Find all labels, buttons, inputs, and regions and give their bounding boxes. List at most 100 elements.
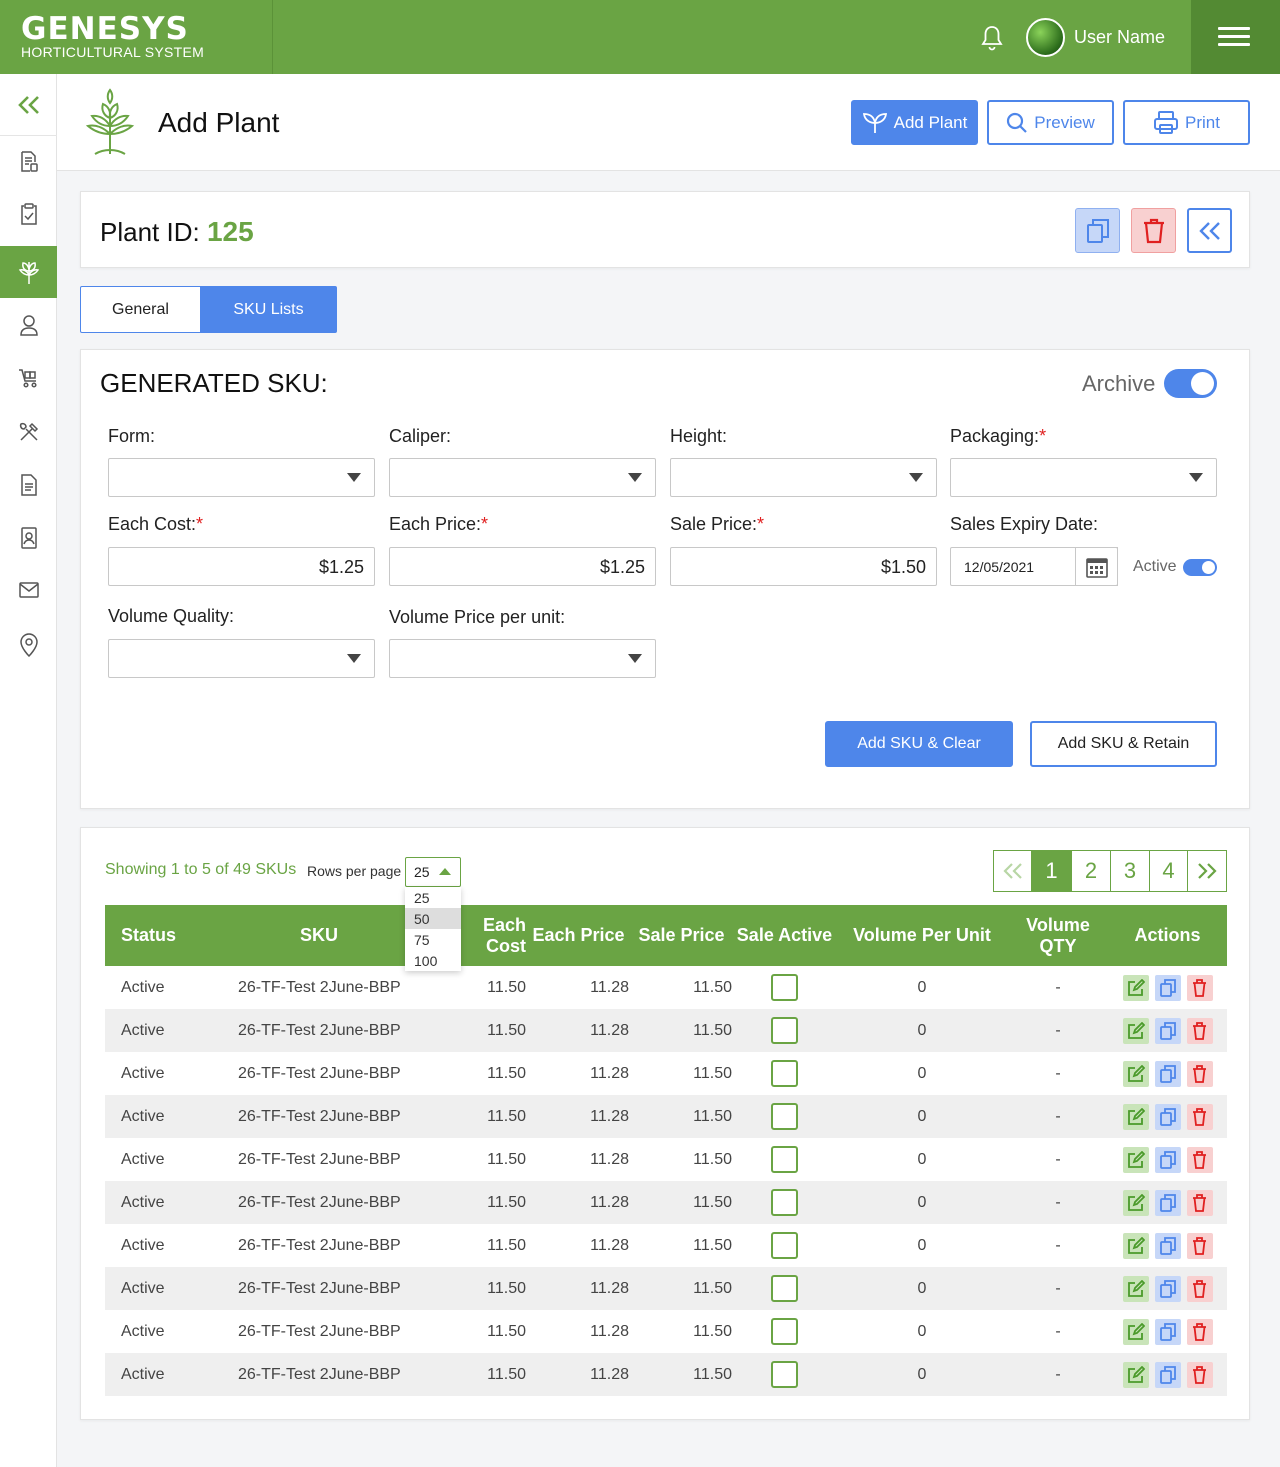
delete-plant-button[interactable] [1131,208,1176,253]
form-select[interactable] [108,458,375,497]
rows-option-75[interactable]: 75 [405,929,461,950]
add-plant-button[interactable]: Add Plant [851,100,978,145]
sidebar-item-plants[interactable] [0,246,57,298]
sale-active-checkbox[interactable] [771,1318,798,1345]
tab-general[interactable]: General [80,286,201,333]
edit-row-button[interactable] [1122,1189,1149,1216]
sidebar-collapse-button[interactable] [0,74,57,136]
app-logo[interactable]: GENESYS HORTICULTURAL SYSTEM [0,0,273,74]
volume-quality-select[interactable] [108,639,375,678]
col-each-price[interactable]: Each Price [527,905,630,966]
rows-per-page-select[interactable]: 25 [405,857,461,887]
edit-row-button[interactable] [1122,1361,1149,1388]
edit-row-button[interactable] [1122,1232,1149,1259]
sale-active-checkbox[interactable] [771,1017,798,1044]
sidebar-item-contacts[interactable] [0,512,57,564]
col-sale-price[interactable]: Sale Price [630,905,733,966]
edit-row-button[interactable] [1122,1146,1149,1173]
sidebar-item-mail[interactable] [0,564,57,616]
username[interactable]: User Name [1074,27,1165,48]
delete-row-button[interactable] [1186,1318,1213,1345]
duplicate-plant-button[interactable] [1075,208,1120,253]
cell-sale-active [733,1052,836,1095]
copy-row-button[interactable] [1154,1017,1181,1044]
copy-row-button[interactable] [1154,1060,1181,1087]
sidebar-item-locations[interactable] [0,619,57,671]
first-page-button[interactable] [994,851,1032,891]
print-button[interactable]: Print [1123,100,1250,145]
sale-active-checkbox[interactable] [771,1103,798,1130]
delete-row-button[interactable] [1186,974,1213,1001]
sale-active-checkbox[interactable] [771,1232,798,1259]
copy-row-button[interactable] [1154,1318,1181,1345]
plant-icon [18,262,39,284]
sidebar-item-cart[interactable] [0,352,57,404]
sales-expiry-input[interactable]: 12/05/2021 [950,547,1118,586]
delete-row-button[interactable] [1186,1060,1213,1087]
tab-sku-lists[interactable]: SKU Lists [200,286,337,333]
avatar[interactable] [1026,18,1065,57]
bell-icon[interactable] [980,25,1004,51]
page-1-button[interactable]: 1 [1032,851,1072,891]
edit-row-button[interactable] [1122,974,1149,1001]
sale-active-checkbox[interactable] [771,974,798,1001]
delete-row-button[interactable] [1186,1103,1213,1130]
delete-row-button[interactable] [1186,1361,1213,1388]
copy-row-button[interactable] [1154,1103,1181,1130]
copy-row-button[interactable] [1154,1232,1181,1259]
back-button[interactable] [1187,208,1232,253]
edit-row-button[interactable] [1122,1275,1149,1302]
add-sku-clear-button[interactable]: Add SKU & Clear [825,721,1013,767]
sidebar-item-reports[interactable] [0,136,57,188]
sale-active-checkbox[interactable] [771,1361,798,1388]
rows-option-25[interactable]: 25 [405,887,461,908]
edit-row-button[interactable] [1122,1318,1149,1345]
sale-active-checkbox[interactable] [771,1060,798,1087]
sidebar-item-tools[interactable] [0,406,57,458]
delete-row-button[interactable] [1186,1189,1213,1216]
sale-active-checkbox[interactable] [771,1275,798,1302]
each-cost-input[interactable]: $1.25 [108,547,375,586]
rows-option-50[interactable]: 50 [405,908,461,929]
hamburger-menu-button[interactable] [1191,0,1280,74]
copy-row-button[interactable] [1154,974,1181,1001]
packaging-select[interactable] [950,458,1217,497]
caliper-select[interactable] [389,458,656,497]
sale-active-toggle[interactable] [1183,559,1217,576]
delete-row-button[interactable] [1186,1232,1213,1259]
edit-row-button[interactable] [1122,1017,1149,1044]
copy-row-button[interactable] [1154,1275,1181,1302]
preview-button[interactable]: Preview [987,100,1114,145]
seedling-icon [862,112,887,133]
calendar-button[interactable] [1075,547,1118,586]
col-volume-per-unit[interactable]: Volume Per Unit [836,905,1008,966]
sidebar-item-documents[interactable] [0,459,57,511]
page-2-button[interactable]: 2 [1072,851,1111,891]
delete-row-button[interactable] [1186,1017,1213,1044]
volume-price-select[interactable] [389,639,656,678]
sale-active-checkbox[interactable] [771,1189,798,1216]
sale-active-checkbox[interactable] [771,1146,798,1173]
each-price-input[interactable]: $1.25 [389,547,656,586]
copy-row-button[interactable] [1154,1146,1181,1173]
edit-row-button[interactable] [1122,1103,1149,1130]
col-volume-qty[interactable]: Volume QTY [1008,905,1108,966]
add-sku-retain-button[interactable]: Add SKU & Retain [1030,721,1217,767]
delete-row-button[interactable] [1186,1275,1213,1302]
rows-option-100[interactable]: 100 [405,950,461,971]
last-page-button[interactable] [1188,851,1226,891]
archive-toggle[interactable] [1164,369,1217,398]
copy-row-button[interactable] [1154,1361,1181,1388]
sale-price-input[interactable]: $1.50 [670,547,937,586]
col-sale-active[interactable]: Sale Active [733,905,836,966]
col-status[interactable]: Status [105,905,189,966]
edit-row-button[interactable] [1122,1060,1149,1087]
sidebar-item-orders[interactable] [0,188,57,240]
delete-row-button[interactable] [1186,1146,1213,1173]
cell-each-price: 11.28 [590,1150,629,1168]
page-3-button[interactable]: 3 [1111,851,1150,891]
copy-row-button[interactable] [1154,1189,1181,1216]
sidebar-item-users[interactable] [0,299,57,351]
page-4-button[interactable]: 4 [1150,851,1188,891]
height-select[interactable] [670,458,937,497]
